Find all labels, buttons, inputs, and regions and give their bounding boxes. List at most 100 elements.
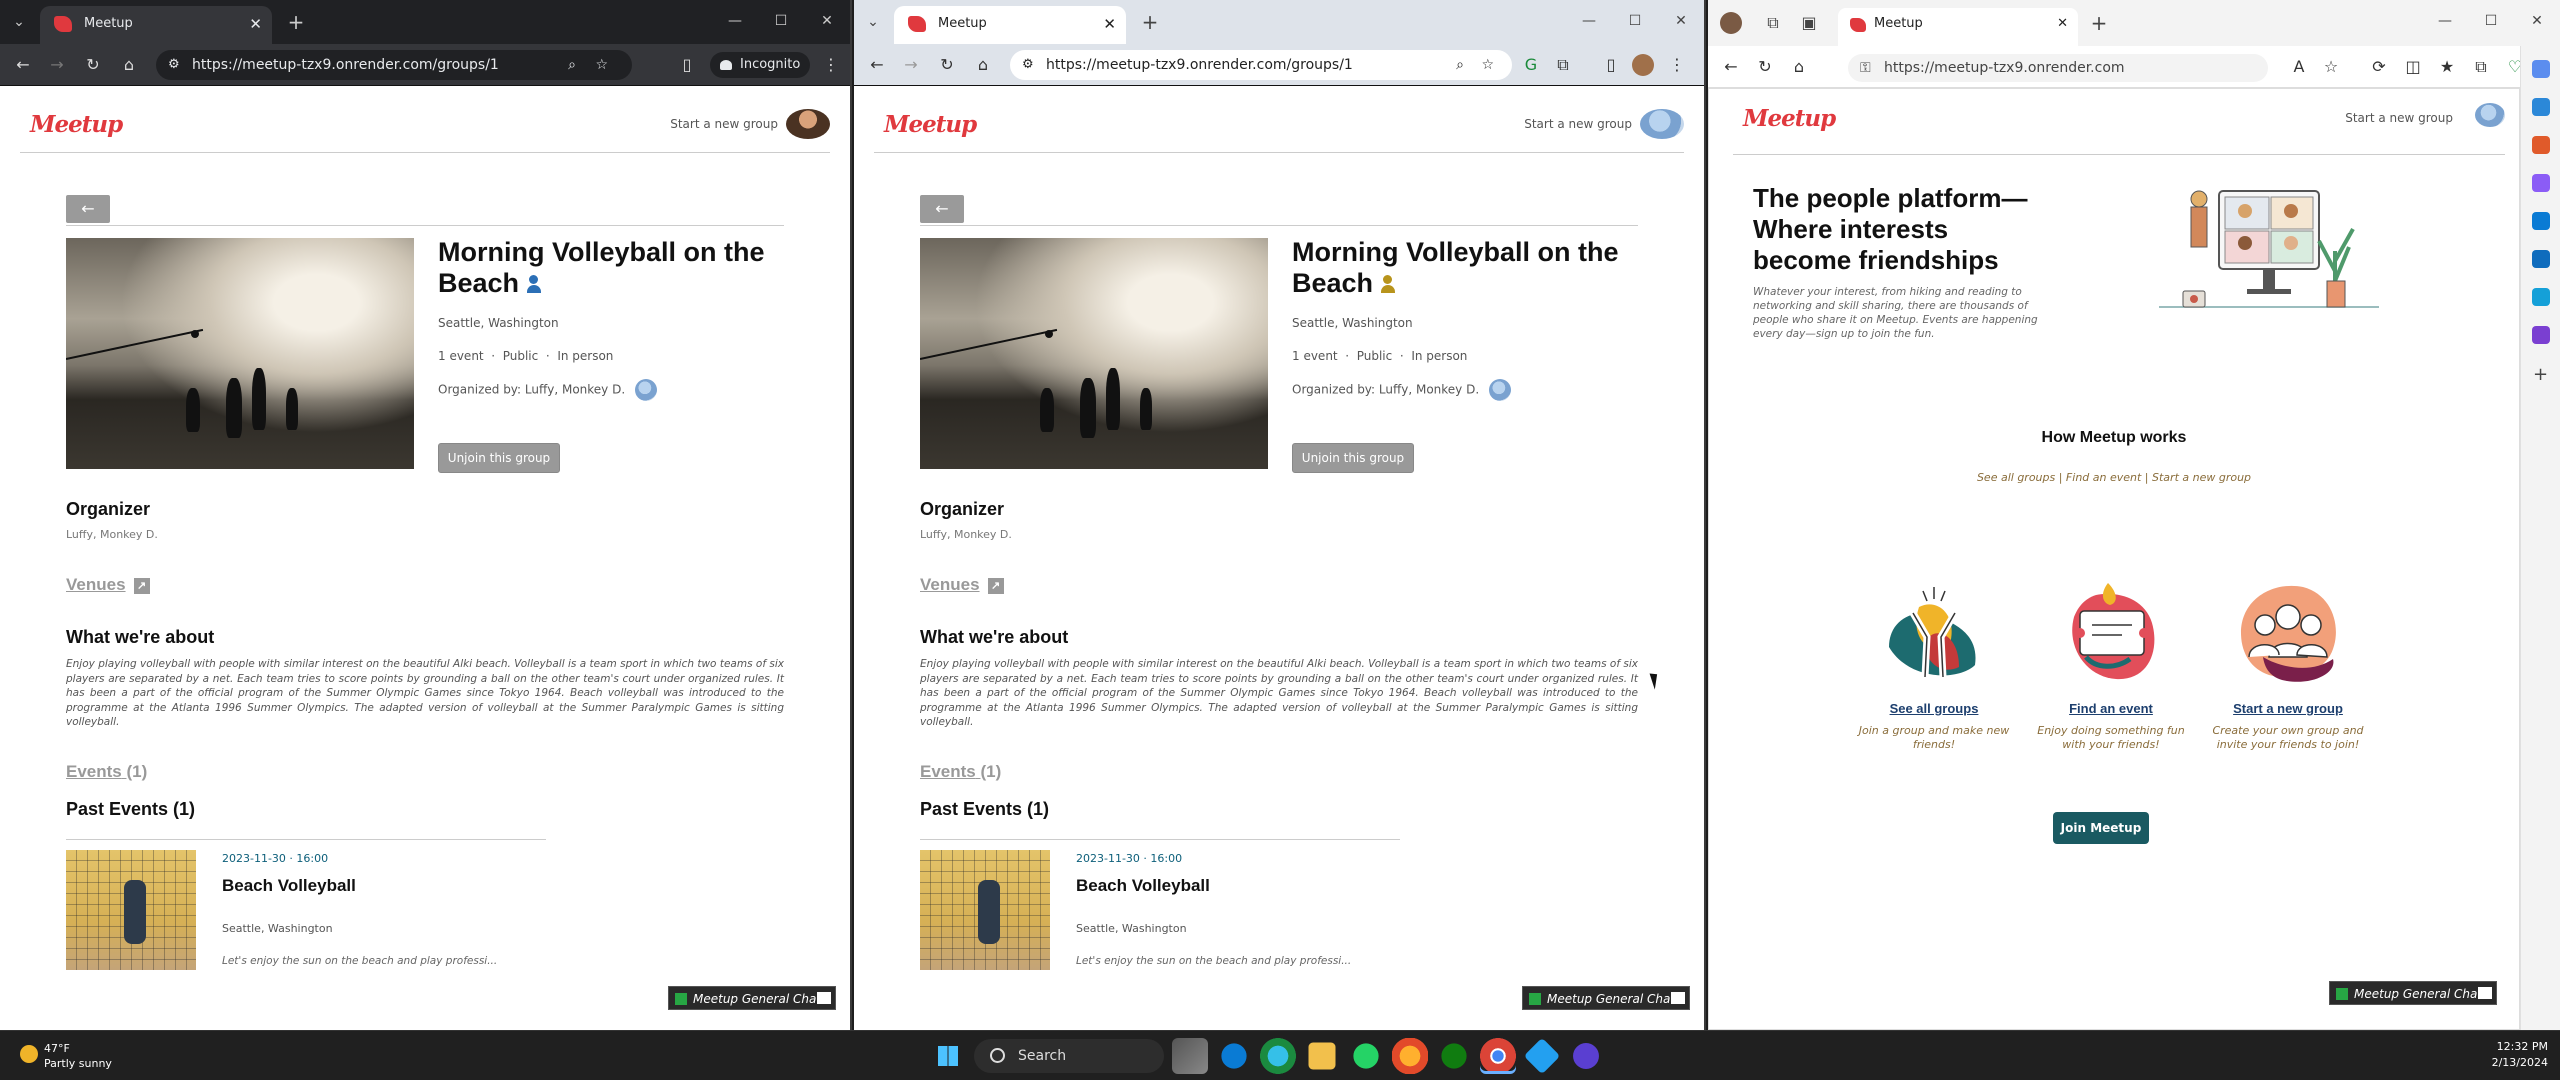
- tab-actions-icon[interactable]: ▣: [1798, 12, 1820, 34]
- meetup-logo[interactable]: Meetup: [1743, 105, 1836, 132]
- zoom-icon[interactable]: ⌕: [568, 50, 576, 80]
- forward-icon[interactable]: →: [46, 54, 68, 76]
- tab-search-icon[interactable]: ⌄: [860, 10, 886, 34]
- address-bar[interactable]: ⚙ https://meetup-tzx9.onrender.com/group…: [1010, 50, 1512, 80]
- zoom-app-icon[interactable]: [1573, 1043, 1599, 1069]
- edge-icon[interactable]: [1260, 1038, 1296, 1074]
- events-link[interactable]: Events (1): [66, 762, 147, 782]
- office-icon[interactable]: [2531, 212, 2550, 230]
- chat-widget[interactable]: Meetup General Chat: [2329, 981, 2497, 1005]
- start-group-link[interactable]: Start a new group: [2345, 111, 2453, 125]
- reload-icon[interactable]: ↻: [1754, 56, 1776, 78]
- windows-start-icon[interactable]: [930, 1038, 966, 1074]
- unjoin-button[interactable]: Unjoin this group: [1292, 443, 1414, 473]
- join-meetup-button[interactable]: Join Meetup: [2053, 812, 2149, 844]
- tab-search-icon[interactable]: ⌄: [6, 10, 32, 34]
- close-window-icon[interactable]: ✕: [804, 0, 850, 44]
- user-avatar[interactable]: [1640, 109, 1684, 139]
- send-icon[interactable]: [2531, 288, 2550, 306]
- incognito-badge[interactable]: Incognito: [710, 52, 811, 78]
- card-title[interactable]: See all groups: [1849, 701, 2019, 716]
- new-tab-icon[interactable]: +: [1136, 8, 1164, 36]
- close-tab-icon[interactable]: ✕: [249, 6, 262, 42]
- shopping-icon[interactable]: [2531, 98, 2550, 116]
- address-bar[interactable]: ⚙ https://meetup-tzx9.onrender.com/group…: [156, 50, 632, 80]
- minimize-icon[interactable]: —: [2422, 0, 2468, 44]
- new-tab-icon[interactable]: +: [282, 8, 310, 36]
- games-icon[interactable]: [2531, 174, 2550, 192]
- maximize-icon[interactable]: ☐: [2468, 0, 2514, 44]
- bookmark-star-icon[interactable]: ☆: [595, 50, 608, 80]
- skype-icon[interactable]: [1221, 1043, 1247, 1069]
- start-group-link[interactable]: Start a new group: [670, 117, 778, 131]
- unjoin-button[interactable]: Unjoin this group: [438, 443, 560, 473]
- event-image[interactable]: [920, 850, 1050, 970]
- events-link[interactable]: Events (1): [920, 762, 1001, 782]
- chrome-icon[interactable]: [1480, 1038, 1516, 1074]
- browser-tab[interactable]: Meetup ✕: [40, 6, 272, 44]
- back-button[interactable]: ←: [66, 195, 110, 223]
- forward-icon[interactable]: →: [900, 54, 922, 76]
- home-icon[interactable]: ⌂: [1788, 56, 1810, 78]
- profile-avatar[interactable]: [1632, 54, 1654, 76]
- xbox-icon[interactable]: [1441, 1043, 1467, 1069]
- address-bar[interactable]: ⚿ https://meetup-tzx9.onrender.com: [1848, 54, 2268, 82]
- user-avatar[interactable]: [2475, 103, 2505, 127]
- side-panel-icon[interactable]: ▯: [676, 54, 698, 76]
- back-icon[interactable]: ←: [12, 54, 34, 76]
- new-tab-icon[interactable]: +: [2088, 12, 2110, 34]
- menu-icon[interactable]: ⋮: [1666, 54, 1688, 76]
- file-explorer-icon[interactable]: [1308, 1042, 1336, 1070]
- read-aloud-icon[interactable]: A: [2288, 56, 2310, 78]
- card-find-event[interactable]: Find an event Enjoy doing something fun …: [2026, 577, 2196, 752]
- grammarly-icon[interactable]: G: [1520, 54, 1542, 76]
- event-image[interactable]: [66, 850, 196, 970]
- event-title[interactable]: Beach Volleyball: [1076, 876, 1210, 896]
- browser-tab[interactable]: Meetup ✕: [1838, 8, 2078, 46]
- zoom-icon[interactable]: ⌕: [1456, 50, 1464, 80]
- collections-icon[interactable]: ⧉: [2470, 56, 2492, 78]
- reload-icon[interactable]: ↻: [936, 54, 958, 76]
- chat-widget[interactable]: Meetup General Chat: [1522, 986, 1690, 1010]
- back-icon[interactable]: ←: [1720, 56, 1742, 78]
- start-group-link[interactable]: Start a new group: [1524, 117, 1632, 131]
- site-info-icon[interactable]: ⚙: [168, 50, 180, 80]
- chat-widget[interactable]: Meetup General Chat: [668, 986, 836, 1010]
- back-button[interactable]: ←: [920, 195, 964, 223]
- firefox-icon[interactable]: [1392, 1038, 1428, 1074]
- search-icon[interactable]: [2531, 60, 2550, 78]
- reload-icon[interactable]: ↻: [82, 54, 104, 76]
- split-screen-icon[interactable]: ◫: [2402, 56, 2424, 78]
- system-clock[interactable]: 12:32 PM 2/13/2024: [2492, 1039, 2548, 1071]
- favorites-icon[interactable]: ★: [2436, 56, 2458, 78]
- card-see-groups[interactable]: See all groups Join a group and make new…: [1849, 577, 2019, 752]
- task-view-icon[interactable]: [1172, 1038, 1208, 1074]
- menu-icon[interactable]: ⋮: [820, 54, 842, 76]
- bookmark-star-icon[interactable]: ☆: [1481, 50, 1494, 80]
- venues-link[interactable]: Venues ↗: [66, 575, 150, 595]
- workspaces-icon[interactable]: ⧉: [1762, 12, 1784, 34]
- outlook-icon[interactable]: [2531, 250, 2550, 268]
- card-title[interactable]: Start a new group: [2203, 701, 2373, 716]
- teams-icon[interactable]: [2531, 326, 2550, 344]
- home-icon[interactable]: ⌂: [118, 54, 140, 76]
- meetup-logo[interactable]: Meetup: [884, 111, 977, 138]
- taskbar-search[interactable]: Search: [974, 1039, 1164, 1073]
- close-tab-icon[interactable]: ✕: [2057, 8, 2068, 40]
- how-links[interactable]: See all groups | Find an event | Start a…: [1709, 471, 2519, 484]
- extensions-icon[interactable]: ⧉: [1552, 54, 1574, 76]
- maximize-icon[interactable]: ☐: [1612, 0, 1658, 44]
- chat-expand-icon[interactable]: [817, 992, 831, 1004]
- venues-link[interactable]: Venues ↗: [920, 575, 1004, 595]
- weather-widget[interactable]: 47°F Partly sunny: [20, 1041, 112, 1071]
- favorite-star-icon[interactable]: ☆: [2320, 56, 2342, 78]
- back-icon[interactable]: ←: [866, 54, 888, 76]
- meetup-logo[interactable]: Meetup: [30, 111, 123, 138]
- chat-expand-icon[interactable]: [2478, 987, 2492, 999]
- event-title[interactable]: Beach Volleyball: [222, 876, 356, 896]
- refresh-icon[interactable]: ⟳: [2368, 56, 2390, 78]
- vscode-icon[interactable]: [1523, 1037, 1561, 1075]
- user-avatar[interactable]: [786, 109, 830, 139]
- minimize-icon[interactable]: —: [712, 0, 758, 44]
- close-window-icon[interactable]: ✕: [1658, 0, 1704, 44]
